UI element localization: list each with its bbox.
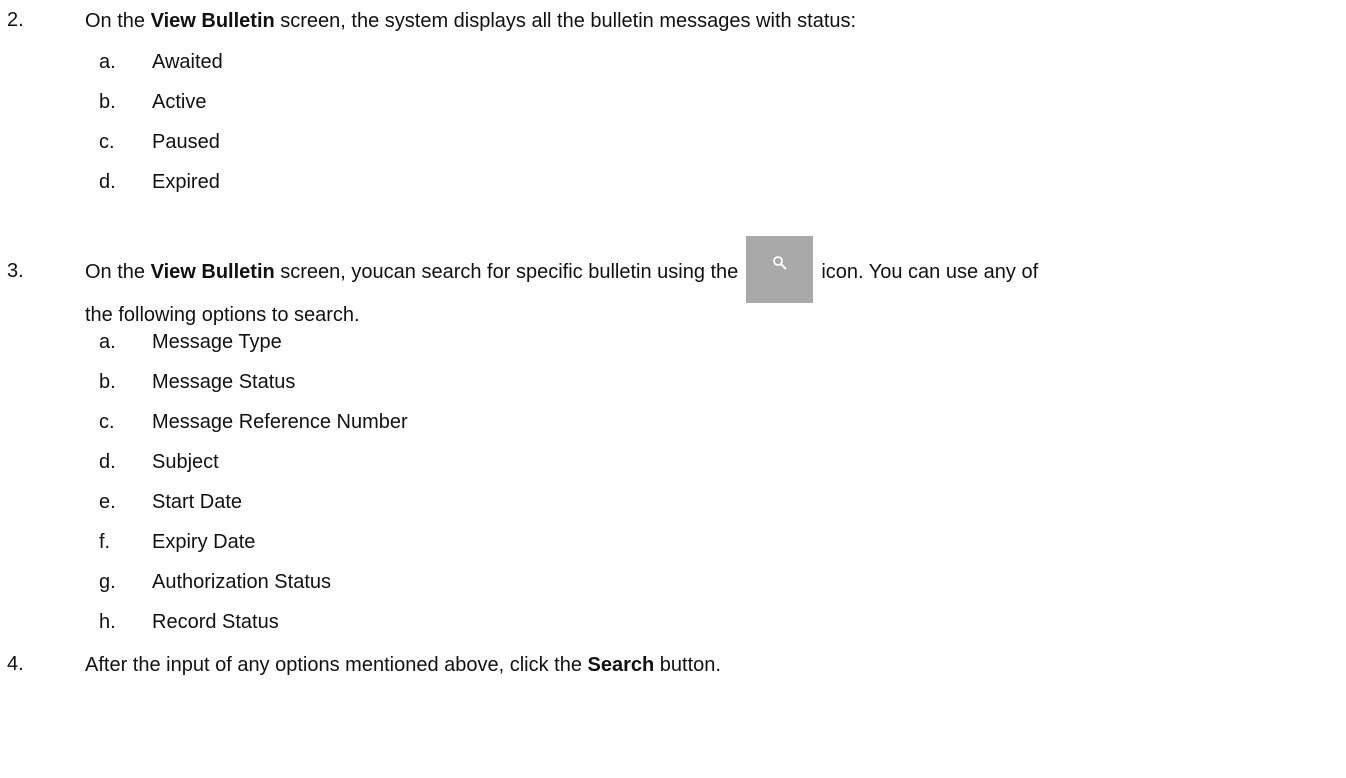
search-option-start-date: Start Date [152,491,243,513]
list-item: d. Subject [99,451,219,473]
search-option-reference-number: Message Reference Number [152,411,408,433]
step-3-text: On the View Bulletin screen, youcan sear… [85,236,1306,328]
search-option-message-status: Message Status [152,371,296,393]
magnifier-glyph [773,256,788,270]
status-expired: Expired [152,171,220,193]
search-option-subject: Subject [152,451,219,473]
search-button-name: Search [587,654,655,676]
list-item: f. Expiry Date [99,531,256,553]
status-paused: Paused [152,131,220,153]
search-option-authorization-status: Authorization Status [152,571,331,593]
list-item: e. Start Date [99,491,243,513]
search-icon [746,236,814,303]
list-item: b. Active [99,91,207,113]
list-item: d. Expired [99,171,220,193]
search-option-message-type: Message Type [152,331,282,353]
list-item: a. Message Type [99,331,282,353]
step-number: 2. [7,9,24,31]
list-item: g. Authorization Status [99,571,331,593]
list-item: h. Record Status [99,611,279,633]
step-2-text: On the View Bulletin screen, the system … [85,10,857,32]
step-4-text: After the input of any options mentioned… [85,654,721,676]
list-item: c. Paused [99,131,220,153]
screen-name: View Bulletin [150,10,275,32]
list-item: b. Message Status [99,371,296,393]
search-option-record-status: Record Status [152,611,279,633]
search-option-expiry-date: Expiry Date [152,531,256,553]
step-number: 3. [7,260,24,282]
list-item: c. Message Reference Number [99,411,408,433]
list-item: a. Awaited [99,51,223,73]
step-number: 4. [7,653,24,675]
screen-name: View Bulletin [150,261,275,283]
status-awaited: Awaited [152,51,223,73]
status-active: Active [152,91,207,113]
